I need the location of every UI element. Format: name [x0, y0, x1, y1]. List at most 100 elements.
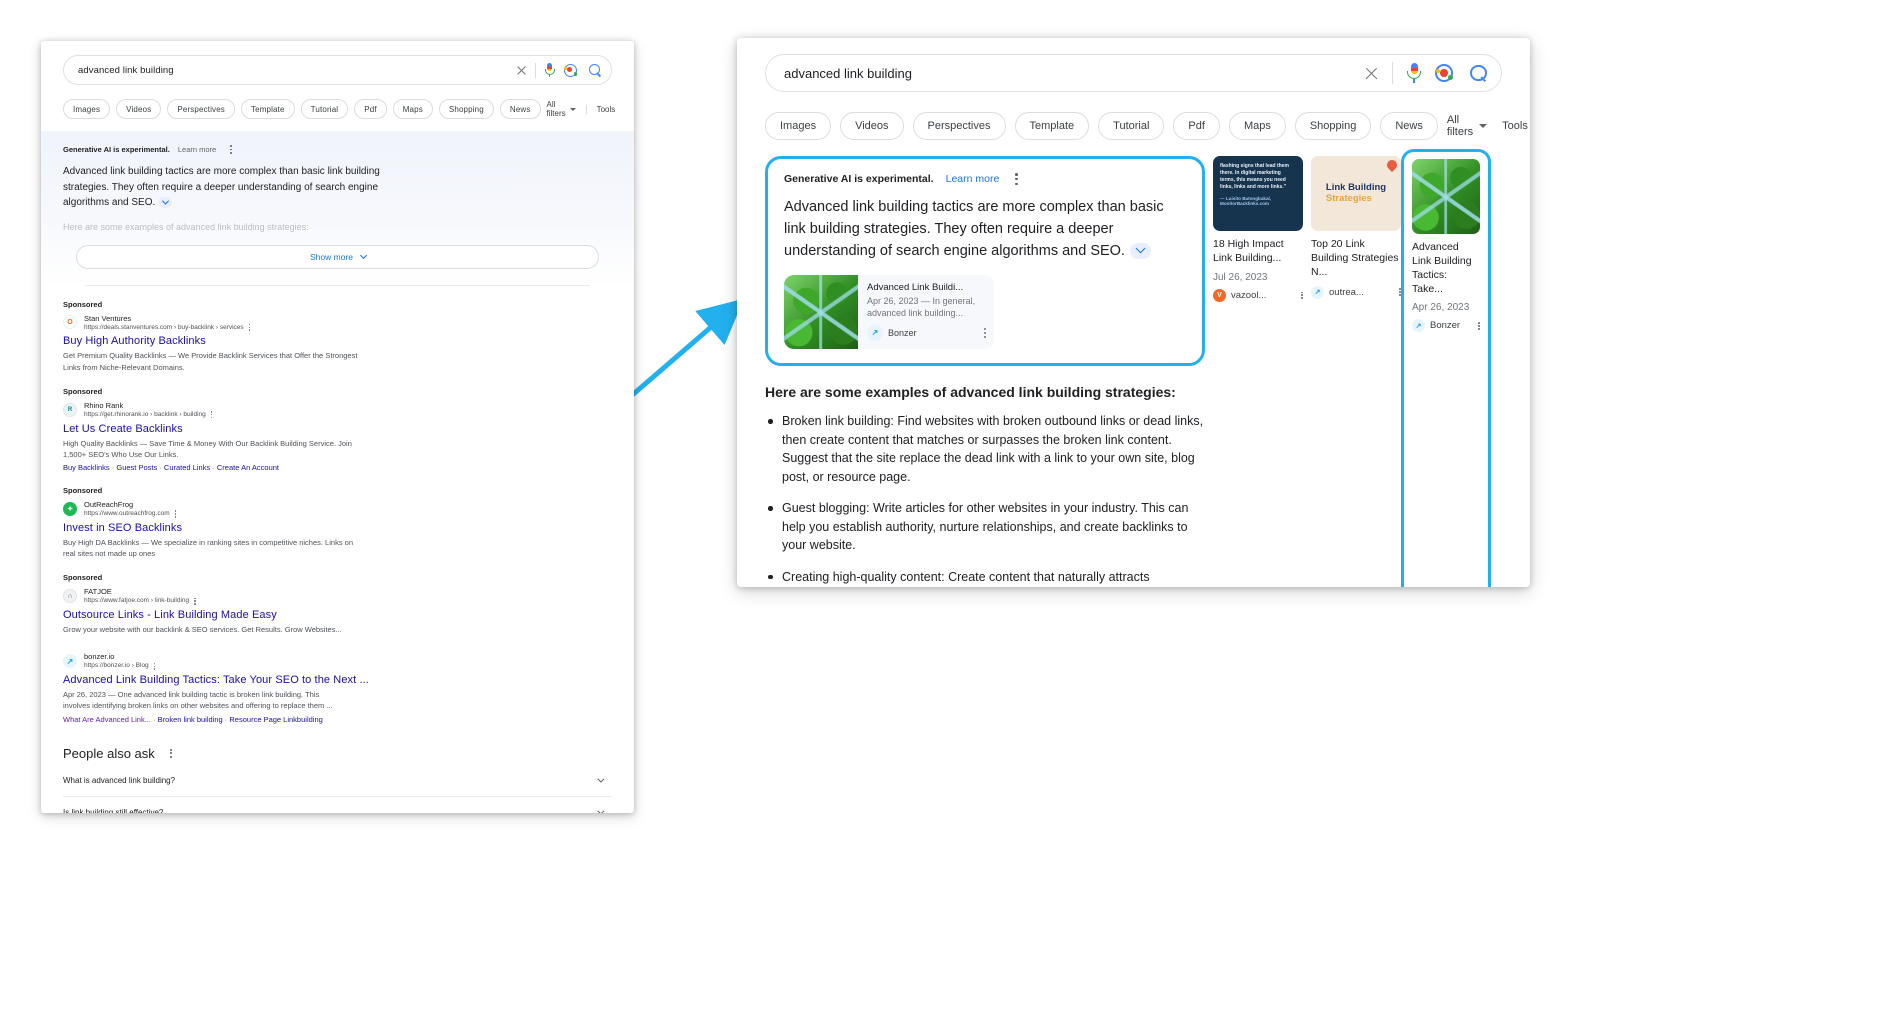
microphone-icon[interactable] — [1406, 62, 1421, 84]
ai-overview-text: Advanced link building tactics are more … — [63, 166, 380, 208]
chip-videos[interactable]: Videos — [116, 99, 162, 119]
chip-pdf[interactable]: Pdf — [1173, 112, 1220, 140]
result-item: Sponsored ∩ FATJOE https://www.fatjoe.co… — [63, 573, 612, 635]
chip-perspectives[interactable]: Perspectives — [912, 112, 1006, 140]
sitelink[interactable]: Curated Links — [164, 463, 210, 472]
google-lens-icon[interactable] — [1435, 64, 1453, 82]
search-icon[interactable] — [589, 64, 601, 76]
card-title: Top 20 Link Building Strategies N... — [1311, 238, 1399, 278]
site-name: Rhino Rank — [84, 400, 124, 410]
rail-card[interactable]: Link Building Strategies Top 20 Link Bui… — [1311, 156, 1401, 587]
paa-question-row[interactable]: What is advanced link building? — [63, 765, 612, 797]
chip-videos[interactable]: Videos — [840, 112, 904, 140]
more-options-icon[interactable] — [1301, 291, 1303, 299]
result-sitelinks[interactable]: What Are Advanced Link... · Broken link … — [63, 715, 612, 724]
filter-actions: All filters Tools — [1447, 114, 1528, 138]
chip-tutorial[interactable]: Tutorial — [300, 99, 349, 119]
search-input[interactable]: advanced link building — [78, 65, 516, 76]
site-name: Stan Ventures — [84, 313, 132, 323]
chip-tutorial[interactable]: Tutorial — [1098, 112, 1165, 140]
search-box[interactable]: advanced link building — [765, 54, 1502, 92]
chevron-down-icon — [597, 807, 605, 813]
result-title[interactable]: Advanced Link Building Tactics: Take You… — [63, 674, 612, 686]
tools-button[interactable]: Tools — [585, 104, 615, 114]
result-description: Grow your website with our backlink & SE… — [63, 625, 342, 635]
tools-button[interactable]: Tools — [1502, 120, 1528, 132]
card-thumbnail: flashing signs that lead them there. In … — [1213, 156, 1303, 231]
all-filters-button[interactable]: All filters — [547, 100, 576, 118]
show-more-button[interactable]: Show more — [76, 244, 599, 269]
close-icon[interactable] — [516, 65, 527, 76]
url-text: https://bonzer.io › Blog — [84, 662, 149, 670]
more-options-icon[interactable] — [1478, 322, 1480, 330]
rail-card[interactable]: flashing signs that lead them there. In … — [1213, 156, 1303, 587]
more-options-icon[interactable] — [174, 510, 177, 518]
divider — [85, 284, 590, 286]
ai-overview-body: Advanced link building tactics are more … — [784, 197, 1186, 262]
thumbnail-citation: — Luisito Batongbakal, MonitorBacklinks.… — [1220, 196, 1272, 207]
chip-maps[interactable]: Maps — [1228, 112, 1286, 140]
learn-more-link[interactable]: Learn more — [178, 145, 216, 154]
rail-card-highlighted[interactable]: Advanced Link Building Tactics: Take... … — [1401, 149, 1491, 587]
result-item: Sponsored ✦ OutReachFrog https://www.out… — [63, 486, 612, 559]
more-options-icon[interactable] — [153, 662, 156, 671]
sitelink[interactable]: Resource Page Linkbuilding — [229, 715, 322, 724]
card-meta: Apr 26, 2023 — [1412, 302, 1470, 314]
expand-chevron-icon[interactable] — [1129, 242, 1151, 259]
paa-question-row[interactable]: Is link building still effective? — [63, 797, 612, 813]
site-name: FATJOE — [84, 587, 112, 597]
search-input[interactable]: advanced link building — [784, 66, 1364, 81]
more-options-icon[interactable] — [194, 597, 196, 605]
google-lens-icon[interactable] — [564, 63, 577, 77]
chip-images[interactable]: Images — [63, 99, 111, 119]
screenshot-stage: advanced link building Images Videos Per… — [0, 0, 1894, 1028]
search-icon[interactable] — [1470, 64, 1487, 82]
more-options-icon[interactable] — [230, 145, 233, 154]
microphone-icon[interactable] — [544, 62, 555, 78]
sitelink[interactable]: Create An Account — [217, 463, 279, 472]
chip-shopping[interactable]: Shopping — [1294, 112, 1372, 140]
ai-overview-body: Advanced link building tactics are more … — [63, 164, 423, 211]
paa-question: Is link building still effective? — [63, 807, 164, 813]
search-box[interactable]: advanced link building — [63, 55, 612, 85]
result-title[interactable]: Invest in SEO Backlinks — [63, 522, 612, 534]
chevron-down-icon — [360, 251, 368, 259]
sitelink[interactable]: Broken link building — [158, 715, 223, 724]
result-site-row: O Stan Ventures https://deals.stanventur… — [63, 314, 612, 332]
more-options-icon[interactable] — [983, 327, 986, 338]
ai-disclaimer-text: Generative AI is experimental. — [63, 145, 170, 154]
close-icon[interactable] — [1364, 66, 1379, 81]
result-title[interactable]: Buy High Authority Backlinks — [63, 335, 612, 347]
paa-question: What is advanced link building? — [63, 775, 176, 785]
chip-maps[interactable]: Maps — [392, 99, 433, 119]
result-title[interactable]: Outsource Links - Link Building Made Eas… — [63, 609, 612, 621]
result-sitelinks[interactable]: Buy Backlinks · Guest Posts · Curated Li… — [63, 463, 612, 472]
filter-chip-bar: Images Videos Perspectives Template Tuto… — [737, 92, 1530, 156]
sitelink[interactable]: Buy Backlinks — [63, 463, 110, 472]
learn-more-link[interactable]: Learn more — [946, 173, 1000, 185]
site-url: https://bonzer.io › Blog — [84, 662, 156, 671]
more-options-icon[interactable] — [210, 411, 213, 419]
chip-template[interactable]: Template — [240, 99, 295, 119]
wordmark-line-1: Link Building — [1325, 181, 1387, 193]
chip-news[interactable]: News — [499, 99, 541, 119]
chip-pdf[interactable]: Pdf — [354, 99, 387, 119]
more-options-icon[interactable] — [169, 748, 172, 758]
result-title[interactable]: Let Us Create Backlinks — [63, 423, 612, 435]
more-options-icon[interactable] — [248, 323, 251, 332]
chip-shopping[interactable]: Shopping — [438, 99, 494, 119]
chip-perspectives[interactable]: Perspectives — [167, 99, 235, 119]
chip-template[interactable]: Template — [1014, 112, 1090, 140]
chip-images[interactable]: Images — [765, 112, 832, 140]
more-options-icon[interactable] — [1015, 173, 1018, 186]
bullet-text: Guest blogging: Write articles for other… — [782, 501, 1189, 553]
chip-news[interactable]: News — [1380, 112, 1438, 140]
sitelink[interactable]: Guest Posts — [116, 463, 157, 472]
sponsored-label: Sponsored — [63, 386, 103, 396]
sitelink[interactable]: What Are Advanced Link... — [63, 715, 151, 724]
all-filters-button[interactable]: All filters — [1447, 114, 1488, 138]
ai-source-card[interactable]: Advanced Link Buildi... Apr 26, 2023 — I… — [784, 275, 994, 350]
expand-chevron-icon[interactable] — [158, 196, 173, 208]
ai-subheading: Here are some examples of advanced link … — [765, 384, 1176, 401]
site-favicon: O — [63, 315, 77, 330]
